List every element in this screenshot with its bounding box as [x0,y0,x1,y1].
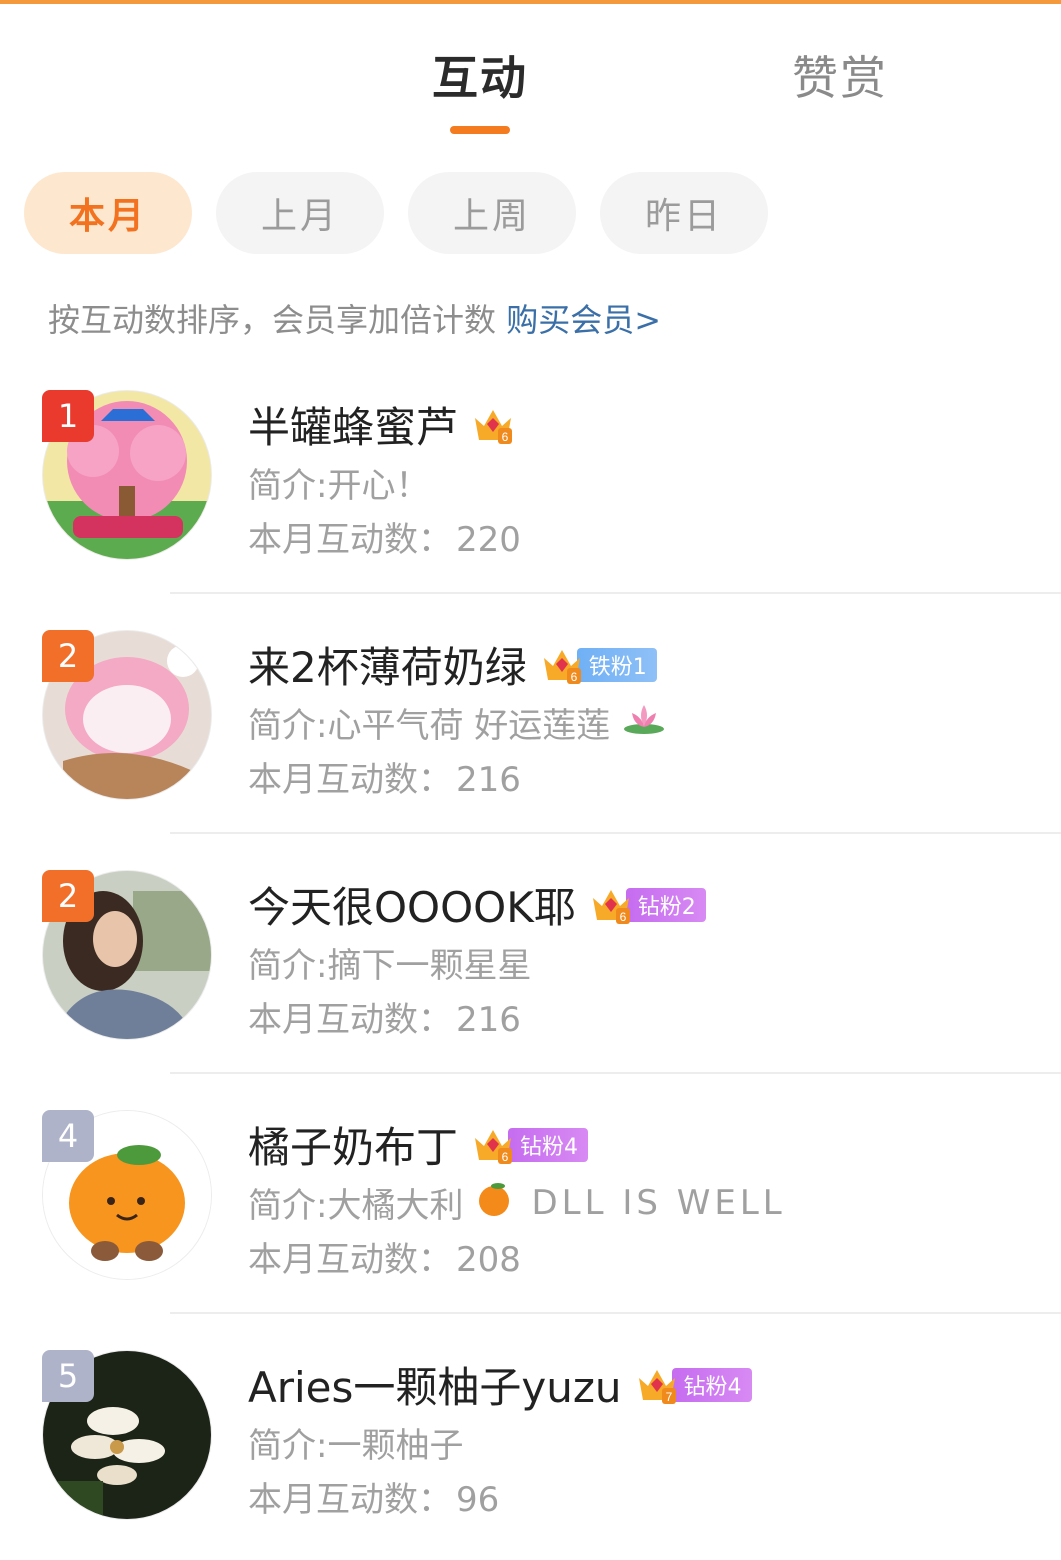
tab-bar: 互动 赞赏 [0,28,1061,138]
count-label: 本月互动数： [248,520,452,560]
count-value: 220 [456,520,521,560]
filter-yesterday[interactable]: 昨日 [600,172,768,254]
user-name-text: 来2杯薄荷奶绿 [248,643,527,692]
count-label: 本月互动数： [248,760,452,800]
tab-interaction[interactable]: 互动 [432,42,528,108]
count-label: 本月互动数： [248,1000,452,1040]
interaction-count: 本月互动数： 96 [248,1472,499,1521]
list-item[interactable]: 2 今天很OOOOK耶 6 钻粉2 简介:摘下一颗星星 本月互动数： 216 [0,840,1061,1080]
user-intro: 简介:摘下一颗星星 [248,946,532,986]
divider [170,592,1061,594]
crown-icon: 6 [472,404,514,446]
fan-badge: 6 铁粉1 [541,644,657,686]
filter-last-week[interactable]: 上周 [408,172,576,254]
crown-icon: 6 [472,1124,514,1166]
count-value: 96 [456,1480,500,1520]
fan-badge: 6 钻粉2 [590,884,706,926]
list-item[interactable]: 2 来2杯薄荷奶绿 6 铁粉1 简介:心平气荷 好运莲莲 本月互动数： 216 [0,600,1061,840]
list-item[interactable]: 5 Aries一颗柚子yuzu 7 钻粉4 简介:一颗柚子 本月互动数： 96 [0,1320,1061,1560]
svg-text:7: 7 [665,1390,672,1404]
count-value: 216 [456,760,521,800]
user-intro: 简介:大橘大利 DLL IS WELL [248,1178,786,1227]
lotus-icon [622,701,666,744]
user-name[interactable]: 半罐蜂蜜芦 6 [248,394,514,455]
interaction-count: 本月互动数： 216 [248,752,521,801]
user-name[interactable]: 橘子奶布丁 6 钻粉4 [248,1114,589,1175]
svg-text:6: 6 [619,910,626,924]
divider [170,832,1061,834]
sort-hint: 按互动数排序，会员享加倍计数 购买会员> [48,295,661,341]
crown-icon: 6 [590,884,632,926]
count-value: 208 [456,1240,521,1280]
filter-this-month[interactable]: 本月 [24,172,192,254]
user-intro: 简介:一颗柚子 [248,1426,464,1466]
fan-level-label: 钻粉4 [508,1127,589,1162]
interaction-count: 本月互动数： 220 [248,512,521,561]
user-name-text: 半罐蜂蜜芦 [248,403,459,452]
interaction-count: 本月互动数： 208 [248,1232,521,1281]
rank-badge: 2 [42,630,94,682]
user-intro-text: 简介:心平气荷 好运莲莲 [248,706,611,746]
svg-text:6: 6 [502,1150,509,1164]
user-intro-text: 简介:大橘大利 [248,1186,464,1226]
count-label: 本月互动数： [248,1240,452,1280]
rank-badge: 1 [42,390,94,442]
user-name-text: Aries一颗柚子yuzu [248,1363,622,1412]
fan-level-label: 钻粉4 [671,1367,752,1402]
buy-membership-link[interactable]: 购买会员> [506,301,661,339]
svg-text:6: 6 [502,430,509,444]
fan-badge: 6 钻粉4 [472,1124,589,1166]
interaction-count: 本月互动数： 216 [248,992,521,1041]
rank-badge: 2 [42,870,94,922]
tangerine-icon [475,1179,513,1226]
user-intro: 简介:心平气荷 好运莲莲 [248,698,666,747]
user-name[interactable]: Aries一颗柚子yuzu 7 钻粉4 [248,1354,752,1415]
rank-badge: 5 [42,1350,94,1402]
count-value: 216 [456,1000,521,1040]
user-name-text: 橘子奶布丁 [248,1123,459,1172]
active-tab-indicator [450,126,510,134]
top-accent-line [0,0,1061,4]
list-item[interactable]: 1 半罐蜂蜜芦 6 简介:开心！ 本月互动数： 220 [0,360,1061,600]
tab-reward[interactable]: 赞赏 [792,42,888,108]
sort-hint-text: 按互动数排序，会员享加倍计数 [48,301,497,339]
divider [170,1072,1061,1074]
filter-last-month[interactable]: 上月 [216,172,384,254]
list-item[interactable]: 4 橘子奶布丁 6 钻粉4 简介:大橘大利 DLL IS WELL 本月互动数：… [0,1080,1061,1320]
crown-icon: 7 [636,1364,678,1406]
user-name[interactable]: 来2杯薄荷奶绿 6 铁粉1 [248,634,657,695]
count-label: 本月互动数： [248,1480,452,1520]
svg-text:6: 6 [570,670,577,684]
user-name-text: 今天很OOOOK耶 [248,883,576,932]
fan-badge: 7 钻粉4 [636,1364,752,1406]
crown-icon: 6 [541,644,583,686]
fan-level-label: 铁粉1 [576,647,657,682]
fan-level-label: 钻粉2 [625,887,706,922]
rank-badge: 4 [42,1110,94,1162]
user-intro: 简介:开心！ [248,466,430,506]
user-intro-extra: DLL IS WELL [531,1182,786,1223]
user-name[interactable]: 今天很OOOOK耶 6 钻粉2 [248,874,706,935]
divider [170,1312,1061,1314]
